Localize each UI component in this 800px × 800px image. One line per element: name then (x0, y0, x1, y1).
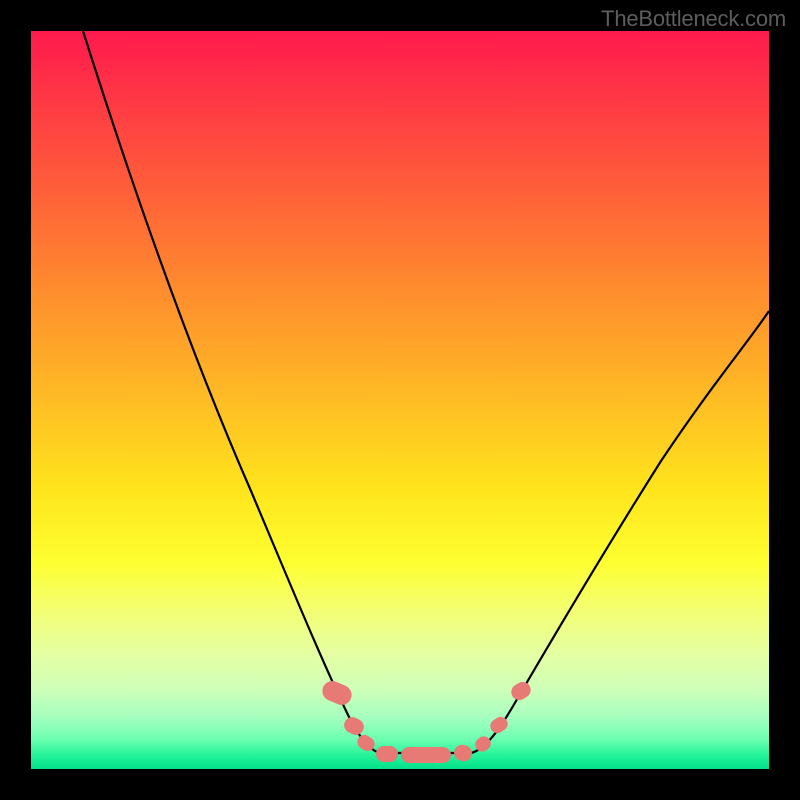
beads-layer (31, 31, 769, 769)
watermark-text: TheBottleneck.com (601, 6, 786, 32)
bead-7 (488, 714, 511, 736)
bead-3 (376, 746, 398, 762)
bead-4 (401, 747, 451, 763)
bead-8 (508, 679, 533, 703)
bead-5 (452, 743, 474, 763)
bead-0 (319, 678, 354, 708)
bead-2 (355, 732, 378, 754)
plot-area (31, 31, 769, 769)
bead-6 (472, 733, 493, 754)
chart-frame: TheBottleneck.com (0, 0, 800, 800)
